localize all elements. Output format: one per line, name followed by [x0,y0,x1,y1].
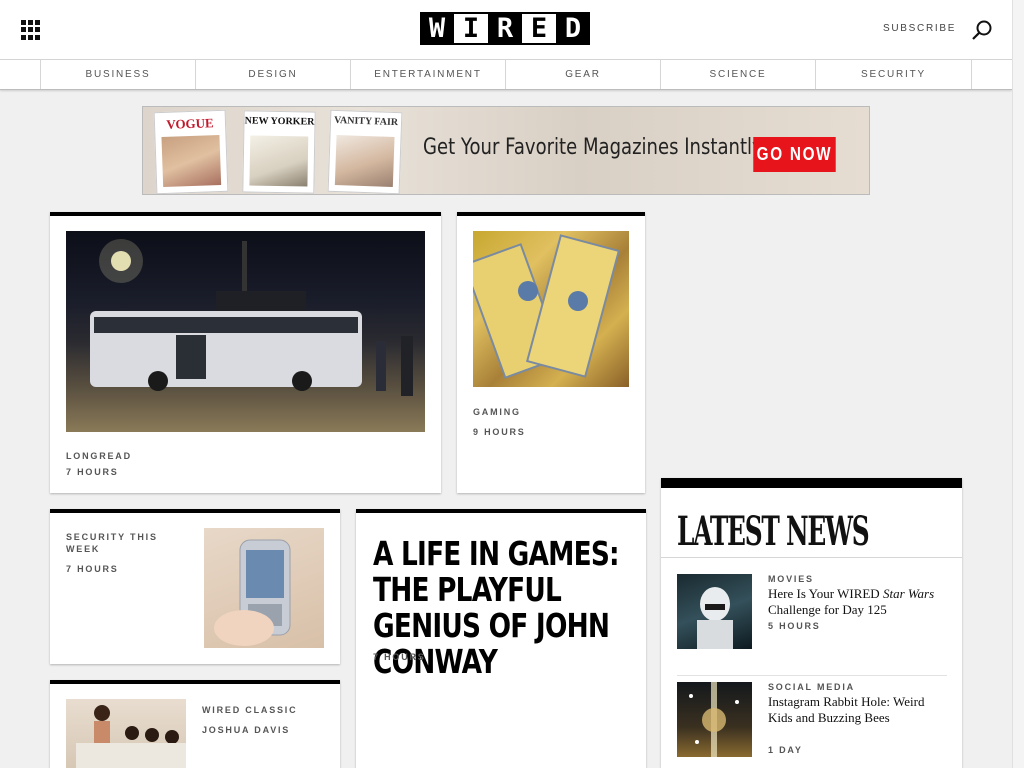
story-category[interactable]: WIRED CLASSIC [202,704,297,716]
site-header: W I R E D SUBSCRIBE [0,0,1012,60]
news-thumb-rabbit-hole [677,682,752,757]
ad-tagline: Get Your Favorite Magazines Instantly [423,135,763,160]
story-category[interactable]: SECURITY THIS WEEK [66,531,176,555]
divider [677,675,947,676]
news-time: 1 DAY [768,745,803,755]
latest-news-item[interactable]: SOCIAL MEDIA Instagram Rabbit Hole: Weir… [677,682,947,762]
story-photo-device [204,528,324,648]
ad-go-now-button[interactable]: GO NOW [753,137,836,172]
news-category[interactable]: SOCIAL MEDIA [768,682,855,692]
news-headline[interactable]: Here Is Your WIRED Star Wars Challenge f… [768,586,948,618]
ad-cover-title: NEW YORKER [244,115,315,128]
section-nav: BUSINESS DESIGN ENTERTAINMENT GEAR SCIEN… [0,60,1012,90]
logo-letter: D [556,12,590,45]
story-card-feature[interactable]: A LIFE IN GAMES: THE PLAYFUL GENIUS OF J… [356,509,646,768]
latest-news-panel: LATEST NEWS MOVIES Here Is Your WIRED St… [661,478,962,768]
nav-item-business[interactable]: BUSINESS [40,60,195,89]
subscribe-link[interactable]: SUBSCRIBE [883,23,956,34]
story-time: 9 HOURS [473,427,526,437]
nav-item-security[interactable]: SECURITY [815,60,971,89]
news-category[interactable]: MOVIES [768,574,814,584]
magazine-ad-banner[interactable]: VOGUE NEW YORKER VANITY FAIR Get Your Fa… [142,106,870,195]
story-photo-bus [66,231,425,432]
nav-item-science[interactable]: SCIENCE [660,60,815,89]
ad-magazine-cover: VOGUE [153,109,229,194]
nav-item-gear[interactable]: GEAR [505,60,660,89]
menu-grid-icon[interactable] [21,20,41,40]
ad-magazine-cover: NEW YORKER [242,110,316,194]
story-card-longread[interactable]: LONGREAD 7 HOURS [50,212,441,493]
story-photo-students [66,699,186,768]
logo-letter: R [488,12,522,45]
news-time: 5 HOURS [768,621,821,631]
story-card-security[interactable]: SECURITY THIS WEEK 7 HOURS [50,509,340,664]
news-thumb-stormtrooper [677,574,752,649]
logo-letter: I [454,12,488,45]
story-time: 7 HOURS [66,564,119,574]
ad-cover-title: VANITY FAIR [333,114,399,129]
ad-cover-title: VOGUE [166,115,214,132]
latest-news-item[interactable]: MOVIES Here Is Your WIRED Star Wars Chal… [677,574,947,654]
logo-letter: W [420,12,454,45]
page-scrollbar[interactable] [1012,0,1024,768]
news-headline[interactable]: Instagram Rabbit Hole: Weird Kids and Bu… [768,694,948,726]
story-category[interactable]: GAMING [473,406,521,418]
nav-item-design[interactable]: DESIGN [195,60,350,89]
logo-letter: E [522,12,556,45]
wired-logo[interactable]: W I R E D [420,12,590,45]
story-card-classic[interactable]: WIRED CLASSIC JOSHUA DAVIS [50,680,340,768]
story-author[interactable]: JOSHUA DAVIS [202,724,290,736]
nav-item-entertainment[interactable]: ENTERTAINMENT [350,60,505,89]
divider [661,557,962,558]
nav-divider [971,60,1012,89]
story-category[interactable]: LONGREAD [66,450,132,462]
story-time: 7 HOURS [373,652,426,662]
story-time: 7 HOURS [66,467,119,477]
latest-news-title: LATEST NEWS [677,508,870,555]
search-icon[interactable] [971,19,993,41]
ad-magazine-cover: VANITY FAIR [327,109,403,194]
story-card-gaming[interactable]: GAMING 9 HOURS [457,212,645,493]
story-photo-tickets [473,231,629,387]
